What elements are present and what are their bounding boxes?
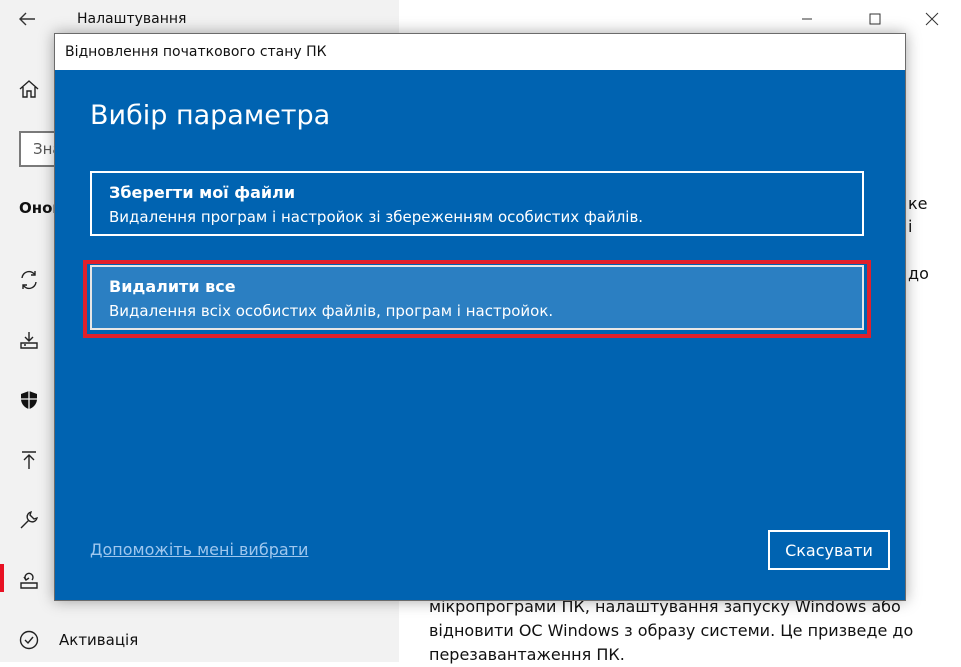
section-heading: Оновлення та безпека [19,199,59,217]
wrench-icon[interactable] [18,509,40,531]
option-description: Видалення всіх особистих файлів, програм… [109,302,554,320]
right-text-fragment: до [908,264,929,283]
option-title: Видалити все [109,277,236,296]
dialog-title: Відновлення початкового стану ПК [65,44,327,60]
minimize-button[interactable] [784,4,830,34]
sync-icon[interactable] [18,269,40,291]
cancel-button[interactable]: Скасувати [768,530,890,570]
recovery-description-line: відновити ОС Windows з образу системи. Ц… [429,621,914,640]
option-description: Видалення програм і настройок зі збереже… [109,208,644,226]
activation-check-icon[interactable] [18,629,40,651]
dialog-heading: Вибір параметра [90,100,331,131]
dialog-titlebar: Відновлення початкового стану ПК [55,34,905,70]
reset-pc-dialog: Відновлення початкового стану ПК Вибір п… [54,33,906,601]
right-text-fragment: ке [908,194,928,213]
option-remove-everything[interactable]: Видалити все Видалення всіх особистих фа… [90,265,864,330]
back-arrow-icon[interactable] [14,6,40,32]
settings-title: Налаштування [77,11,187,27]
upload-arrow-icon[interactable] [18,449,40,471]
option-title: Зберегти мої файли [109,183,296,202]
home-icon[interactable] [18,78,40,104]
maximize-button[interactable] [852,4,898,34]
option-keep-my-files[interactable]: Зберегти мої файли Видалення програм і н… [90,171,864,236]
shield-icon[interactable] [18,389,40,411]
active-nav-indicator [0,564,4,592]
close-button[interactable] [909,4,955,34]
nav-item-activation[interactable]: Активація [59,631,138,649]
delivery-upload-icon[interactable] [18,329,40,351]
recovery-description-line: перезавантаження ПК. [429,645,625,664]
recovery-icon[interactable] [18,569,40,591]
right-text-fragment: і [908,217,913,236]
help-me-choose-link[interactable]: Допоможіть мені вибрати [90,540,308,559]
